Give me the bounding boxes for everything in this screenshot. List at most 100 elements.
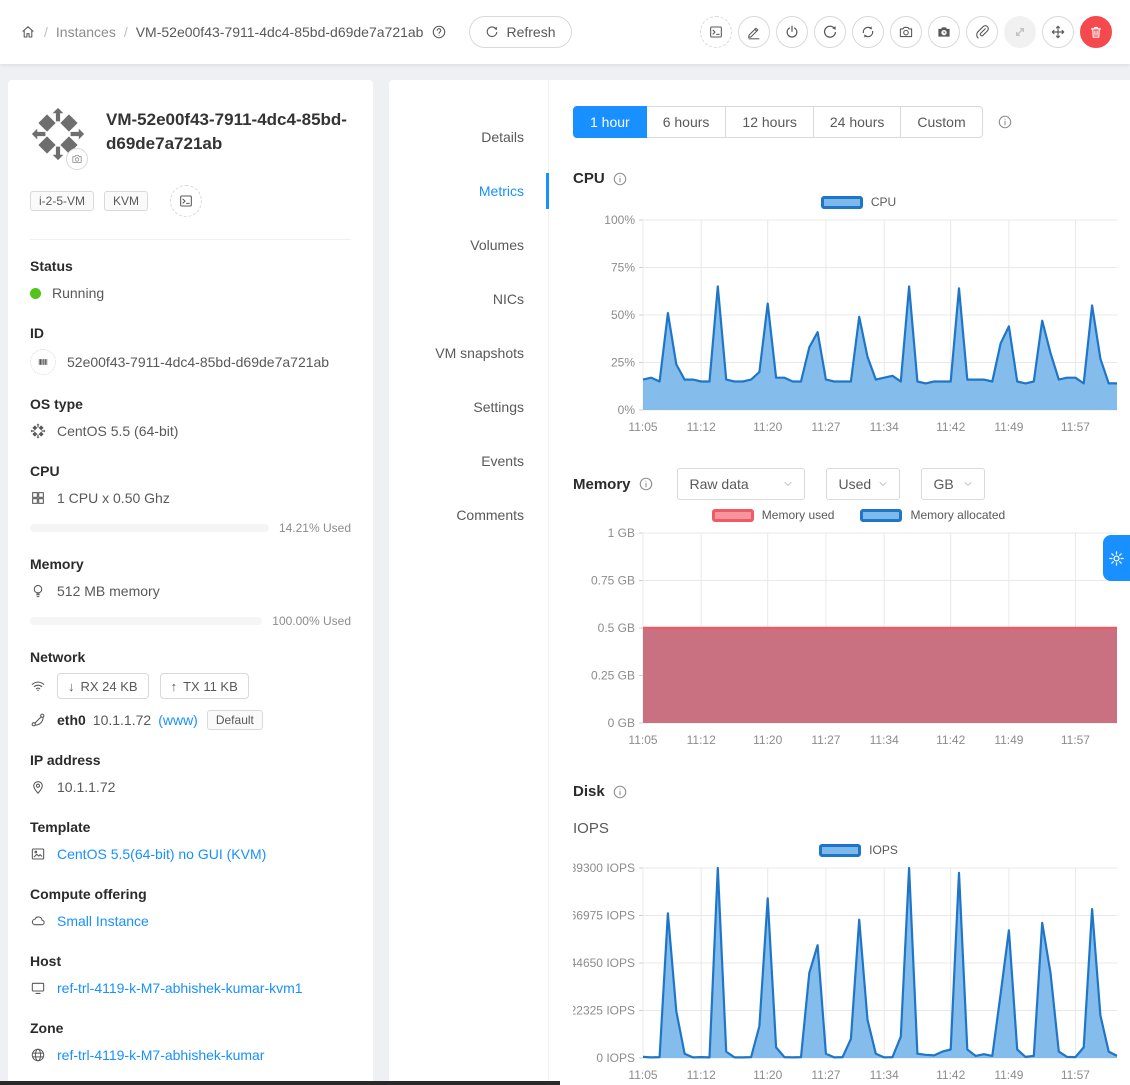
breadcrumb-instances[interactable]: Instances	[56, 24, 116, 40]
legend-item[interactable]: CPU	[821, 195, 896, 209]
field-value: 10.1.1.72	[57, 779, 115, 795]
info-icon[interactable]	[612, 171, 628, 187]
info-field: Template CentOS 5.5(64-bit) no GUI (KVM)	[30, 819, 351, 865]
range-6-hours[interactable]: 6 hours	[646, 106, 727, 138]
power-icon	[784, 24, 800, 40]
home-icon[interactable]	[20, 24, 36, 40]
os-logo	[30, 106, 88, 165]
centos-icon	[30, 423, 46, 439]
range-custom[interactable]: Custom	[900, 106, 982, 138]
info-field: Compute offeringSmall Instance	[30, 886, 351, 932]
tab-events[interactable]: Events	[389, 434, 548, 488]
disk-title: Disk	[573, 783, 605, 800]
svg-text:0 GB: 0 GB	[608, 716, 635, 730]
chevron-down-icon	[782, 478, 794, 490]
legend-item[interactable]: IOPS	[819, 843, 898, 857]
pin-icon	[30, 779, 46, 795]
info-field: CPU1 CPU x 0.50 Ghz14.21% Used	[30, 463, 351, 535]
svg-text:11:12: 11:12	[687, 1068, 716, 1082]
arrow-up-icon: ↑	[171, 679, 178, 694]
breadcrumb-separator: /	[124, 24, 128, 40]
field-value[interactable]: Small Instance	[57, 913, 149, 929]
tx-button[interactable]: ↑TX 11 KB	[160, 673, 249, 699]
camera-badge-icon[interactable]	[66, 148, 88, 170]
field-value[interactable]: ref-trl-4119-k-M7-abhishek-kumar-kvm1	[57, 980, 303, 996]
svg-text:100%: 100%	[604, 213, 635, 227]
nic-ip: 10.1.1.72	[93, 712, 151, 728]
svg-text:11:57: 11:57	[1061, 420, 1090, 434]
tab-details[interactable]: Details	[389, 110, 548, 164]
nic-icon	[30, 712, 46, 728]
usage-progress: 14.21% Used	[30, 521, 351, 535]
field-label: IP address	[30, 752, 351, 768]
migrate-instance-button[interactable]	[1042, 16, 1074, 48]
tab-nics[interactable]: NICs	[389, 272, 548, 326]
bulb-icon	[30, 583, 46, 599]
picture-icon	[30, 846, 46, 862]
vm-tag: KVM	[104, 191, 148, 211]
scale-instance-button[interactable]	[1004, 16, 1036, 48]
memory-source-select[interactable]: Raw data	[677, 468, 805, 500]
tab-settings[interactable]: Settings	[389, 380, 548, 434]
svg-text:11:49: 11:49	[994, 1068, 1023, 1082]
settings-fab[interactable]	[1103, 535, 1130, 581]
field-label: Host	[30, 953, 351, 969]
pencil-icon	[746, 24, 762, 40]
stop-instance-button[interactable]	[776, 16, 808, 48]
field-value[interactable]: ref-trl-4119-k-M7-abhishek-kumar	[57, 1047, 264, 1063]
range-24-hours[interactable]: 24 hours	[813, 106, 901, 138]
info-field: Memory512 MB memory100.00% Used	[30, 556, 351, 628]
svg-text:11:57: 11:57	[1061, 733, 1090, 747]
field-value[interactable]: CentOS 5.5(64-bit) no GUI (KVM)	[57, 846, 266, 862]
memory-unit-select[interactable]: GB	[921, 468, 985, 500]
svg-text:11:12: 11:12	[687, 733, 716, 747]
attach-iso-button[interactable]	[966, 16, 998, 48]
time-range-tabs: 1 hour6 hours12 hours24 hoursCustom	[573, 106, 983, 138]
info-icon[interactable]	[638, 476, 654, 492]
help-icon[interactable]	[431, 24, 447, 40]
take-snapshot-button[interactable]	[890, 16, 922, 48]
svg-text:11:05: 11:05	[628, 420, 657, 434]
legend-item[interactable]: Memory used	[712, 508, 835, 522]
range-12-hours[interactable]: 12 hours	[725, 106, 813, 138]
nic-name: eth0	[57, 712, 86, 728]
tab-metrics[interactable]: Metrics	[389, 164, 548, 218]
svg-text:11:27: 11:27	[811, 420, 840, 434]
field-label: CPU	[30, 463, 351, 479]
terminal-icon	[708, 24, 724, 40]
network-link[interactable]: (www)	[158, 712, 198, 728]
tab-comments[interactable]: Comments	[389, 488, 548, 542]
legend-item[interactable]: Memory allocated	[860, 508, 1005, 522]
vm-info-card: VM-52e00f43-7911-4dc4-85bd-d69de7a721ab …	[8, 80, 373, 1085]
tab-vm-snapshots[interactable]: VM snapshots	[389, 326, 548, 380]
info-icon[interactable]	[612, 784, 628, 800]
console-button[interactable]	[170, 185, 202, 217]
cpu-legend: CPU	[573, 191, 1130, 213]
edit-button[interactable]	[738, 16, 770, 48]
vm-title: VM-52e00f43-7911-4dc4-85bd-d69de7a721ab	[106, 106, 351, 165]
rx-button[interactable]: ↓RX 24 KB	[57, 673, 149, 699]
svg-text:89300 IOPS: 89300 IOPS	[573, 861, 635, 875]
info-field: OS typeCentOS 5.5 (64-bit)	[30, 396, 351, 442]
tab-volumes[interactable]: Volumes	[389, 218, 548, 272]
cpu-section: CPU CPU 0%25%50%75%100%11:0511:1211:2011…	[573, 170, 1130, 448]
terminal-icon	[178, 193, 194, 209]
memory-metric-select[interactable]: Used	[826, 468, 900, 500]
field-label: Template	[30, 819, 351, 835]
svg-text:0.5 GB: 0.5 GB	[598, 621, 635, 635]
reinstall-instance-button[interactable]	[852, 16, 884, 48]
recurring-snapshot-button[interactable]	[928, 16, 960, 48]
view-console-button[interactable]	[700, 16, 732, 48]
reboot-instance-button[interactable]	[814, 16, 846, 48]
svg-text:0.75 GB: 0.75 GB	[591, 574, 635, 588]
arrow-down-icon: ↓	[68, 679, 75, 694]
vm-tag: i-2-5-VM	[30, 191, 94, 211]
refresh-button[interactable]: Refresh	[469, 16, 571, 48]
barcode-icon	[30, 349, 56, 375]
disk-section: Disk IOPS IOPS 0 IOPS22325 IOPS44650 IOP…	[573, 783, 1130, 1085]
info-icon[interactable]	[997, 114, 1013, 130]
svg-text:0.25 GB: 0.25 GB	[591, 669, 635, 683]
range-1-hour[interactable]: 1 hour	[573, 106, 647, 138]
destroy-instance-button[interactable]	[1080, 16, 1112, 48]
svg-text:11:27: 11:27	[811, 1068, 840, 1082]
